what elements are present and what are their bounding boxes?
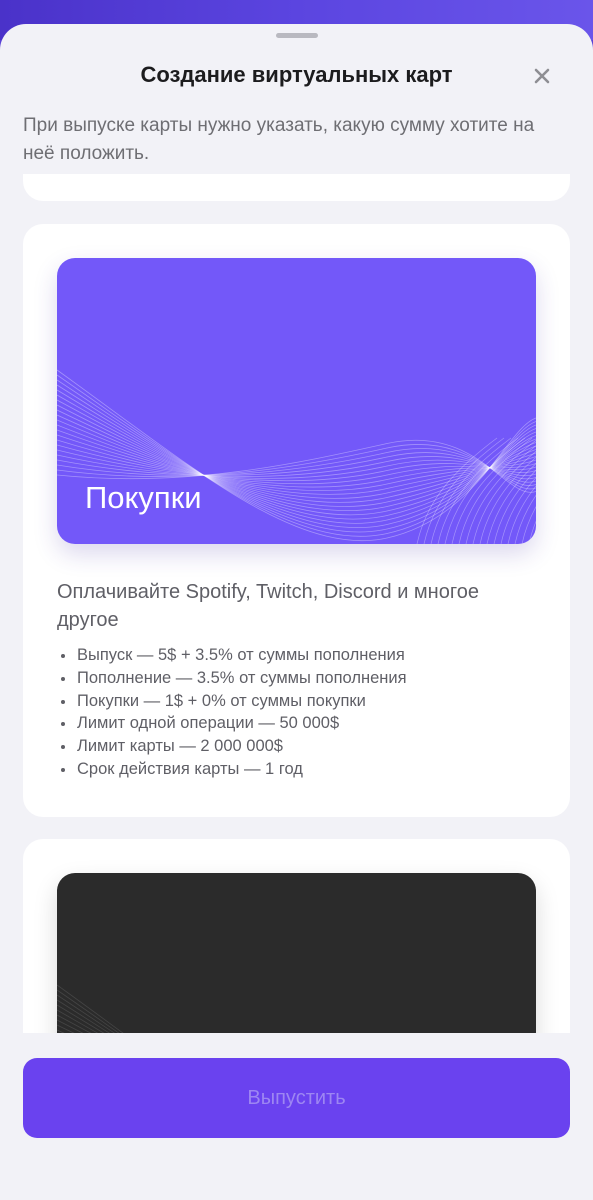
feature-purchase-fee: Покупки — 1$ + 0% от суммы покупки xyxy=(57,690,550,713)
close-icon xyxy=(534,68,550,84)
sheet-subtitle: При выпуске карты нужно указать, какую с… xyxy=(23,115,535,164)
sheet-title: Создание виртуальных карт xyxy=(140,62,453,87)
sheet-footer: Выпустить xyxy=(0,1033,593,1200)
sheet-grabber[interactable] xyxy=(276,33,318,38)
close-button[interactable] xyxy=(528,62,556,90)
feature-operation-limit: Лимит одной операции — 50 000$ xyxy=(57,712,550,735)
feature-validity: Срок действия карты — 1 год xyxy=(57,758,550,781)
virtual-card-image: Покупки xyxy=(57,258,536,544)
feature-issue-fee: Выпуск — 5$ + 3.5% от суммы пополнения xyxy=(57,644,550,667)
card-name: Покупки xyxy=(85,480,202,515)
offer-features-list: Выпуск — 5$ + 3.5% от суммы пополнения П… xyxy=(57,644,550,781)
feature-card-limit: Лимит карты — 2 000 000$ xyxy=(57,735,550,758)
bottom-sheet: Создание виртуальных карт При выпуске ка… xyxy=(0,24,593,1200)
feature-topup-fee: Пополнение — 3.5% от суммы пополнения xyxy=(57,667,550,690)
offer-card-purchases[interactable]: Покупки Оплачивайте Spotify, Twitch, Dis… xyxy=(23,224,570,817)
offer-description: Оплачивайте Spotify, Twitch, Discord и м… xyxy=(57,581,479,631)
issue-card-button[interactable]: Выпустить xyxy=(23,1058,570,1138)
previous-offer-card[interactable] xyxy=(23,174,570,201)
